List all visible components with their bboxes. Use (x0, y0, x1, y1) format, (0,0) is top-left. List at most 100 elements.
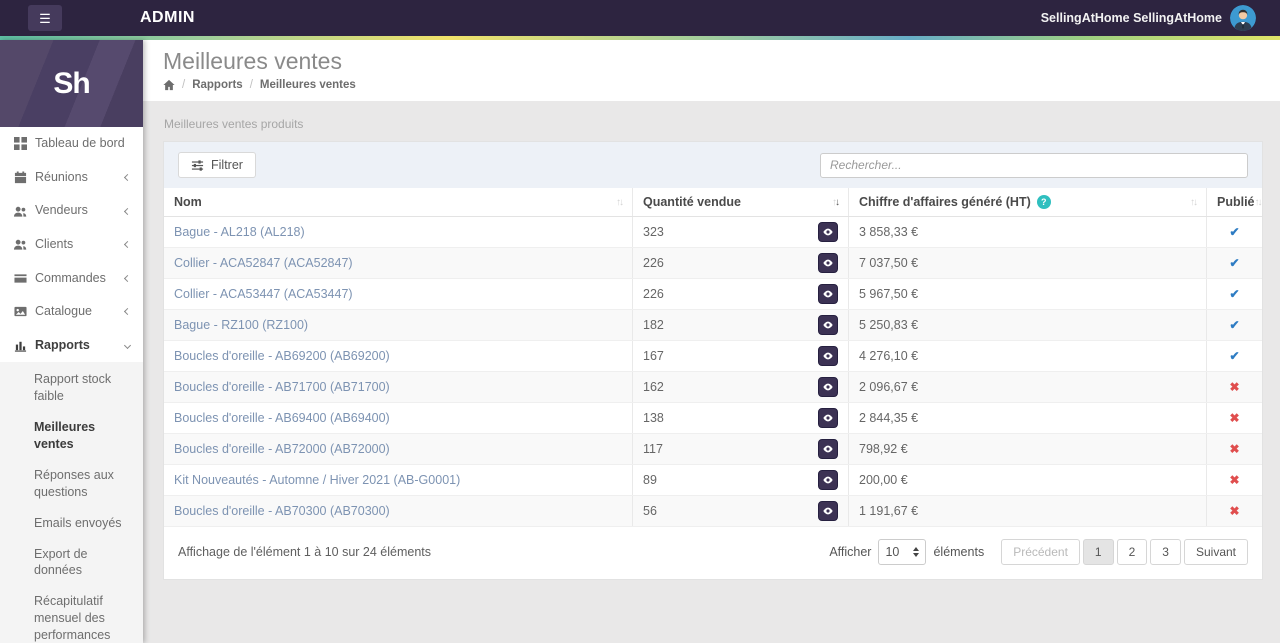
table-footer: Affichage de l'élément 1 à 10 sur 24 élé… (164, 527, 1262, 579)
page-length-value: 10 (885, 545, 900, 559)
home-icon[interactable] (163, 79, 175, 91)
app-logo[interactable]: Sh (0, 40, 143, 127)
product-link[interactable]: Bague - RZ100 (RZ100) (174, 318, 308, 332)
chevron-left-icon (123, 241, 132, 249)
sidebar-subitem-meilleures-ventes[interactable]: Meilleures ventes (0, 412, 143, 460)
user-name[interactable]: SellingAtHome SellingAtHome (1041, 11, 1222, 25)
eye-icon (823, 352, 833, 360)
qty-value: 138 (643, 411, 664, 425)
search-input[interactable] (820, 152, 1248, 178)
length-label-before: Afficher (829, 545, 872, 559)
product-link[interactable]: Boucles d'oreille - AB69200 (AB69200) (174, 349, 390, 363)
table-row: Bague - AL218 (AL218) 323 3 858,33 € ✔ (164, 217, 1262, 248)
qty-value: 226 (643, 287, 664, 301)
revenue-value: 798,92 € (848, 434, 1206, 464)
view-product-button[interactable] (818, 408, 838, 428)
product-link[interactable]: Boucles d'oreille - AB69400 (AB69400) (174, 411, 390, 425)
product-link[interactable]: Collier - ACA52847 (ACA52847) (174, 256, 353, 270)
sidebar-item-clients[interactable]: Clients (0, 228, 143, 262)
chevron-left-icon (123, 308, 132, 316)
sidebar-item-reunions[interactable]: Réunions (0, 161, 143, 195)
sidebar-subitem-export-de-donnees[interactable]: Export de données (0, 539, 143, 587)
qty-value: 89 (643, 473, 657, 487)
qty-value: 167 (643, 349, 664, 363)
dashboard-grid-icon (13, 137, 27, 151)
product-link[interactable]: Boucles d'oreille - AB72000 (AB72000) (174, 442, 390, 456)
view-product-button[interactable] (818, 470, 838, 490)
product-link[interactable]: Collier - ACA53447 (ACA53447) (174, 287, 353, 301)
view-product-button[interactable] (818, 439, 838, 459)
bar-chart-icon (13, 339, 27, 353)
users-icon (13, 204, 27, 218)
pagination-page-1[interactable]: 1 (1082, 539, 1114, 565)
user-avatar[interactable] (1230, 5, 1256, 31)
qty-value: 56 (643, 504, 657, 518)
sort-icon: ↑↓ (1254, 196, 1263, 208)
published-status-icon: ✖ (1229, 380, 1240, 394)
eye-icon (823, 321, 833, 329)
pagination-page-3[interactable]: 3 (1150, 539, 1181, 565)
sidebar-item-commandes[interactable]: Commandes (0, 262, 143, 296)
published-status-icon: ✔ (1229, 349, 1240, 363)
page-length-select[interactable]: 10 (878, 539, 927, 565)
view-product-button[interactable] (818, 284, 838, 304)
published-status-icon: ✔ (1229, 287, 1240, 301)
sidebar-item-catalogue[interactable]: Catalogue (0, 295, 143, 329)
view-product-button[interactable] (818, 222, 838, 242)
view-product-button[interactable] (818, 501, 838, 521)
sidebar-subitem-recapitulatif-mensuel[interactable]: Récapitulatif mensuel des performances (0, 586, 143, 643)
eye-icon (823, 383, 833, 391)
pagination-next[interactable]: Suivant (1183, 539, 1248, 565)
eye-icon (823, 507, 833, 515)
qty-value: 162 (643, 380, 664, 394)
select-arrows-icon (913, 547, 920, 557)
view-product-button[interactable] (818, 253, 838, 273)
pagination-page-2[interactable]: 2 (1116, 539, 1148, 565)
sidebar-item-rapports[interactable]: Rapports (0, 329, 143, 363)
breadcrumb-rapports[interactable]: Rapports (192, 79, 242, 91)
sort-icon: ↑↓ (1190, 196, 1198, 208)
eye-icon (823, 414, 833, 422)
help-icon[interactable]: ? (1036, 195, 1051, 209)
panel-title: Meilleures ventes produits (164, 117, 304, 131)
column-header-quantite[interactable]: Quantité vendue ↑↓ (632, 188, 848, 216)
published-status-icon: ✔ (1229, 225, 1240, 239)
sort-desc-icon: ↑↓ (832, 196, 840, 208)
table-row: Boucles d'oreille - AB69400 (AB69400) 13… (164, 403, 1262, 434)
person-avatar-icon (1230, 5, 1256, 31)
column-header-nom[interactable]: Nom ↑↓ (164, 188, 632, 216)
table-row: Boucles d'oreille - AB72000 (AB72000) 11… (164, 434, 1262, 465)
topbar: ☰ ADMIN SellingAtHome SellingAtHome (0, 0, 1280, 36)
filter-button-label: Filtrer (211, 158, 243, 172)
sidebar-subitem-rapport-stock-faible[interactable]: Rapport stock faible (0, 364, 143, 412)
filter-button[interactable]: Filtrer (178, 152, 256, 178)
view-product-button[interactable] (818, 377, 838, 397)
table-row: Bague - RZ100 (RZ100) 182 5 250,83 € ✔ (164, 310, 1262, 341)
brand-title: ADMIN (140, 9, 195, 26)
view-product-button[interactable] (818, 346, 838, 366)
logo-text: Sh (53, 66, 90, 100)
product-link[interactable]: Boucles d'oreille - AB71700 (AB71700) (174, 380, 390, 394)
pagination-previous[interactable]: Précédent (1001, 539, 1080, 565)
main-area: Meilleures ventes / Rapports / Meilleure… (143, 40, 1280, 643)
sidebar-item-tableau-de-bord[interactable]: Tableau de bord (0, 127, 143, 161)
column-header-publie[interactable]: Publié ↑↓ (1206, 188, 1271, 216)
sidebar-item-vendeurs[interactable]: Vendeurs (0, 194, 143, 228)
product-link[interactable]: Bague - AL218 (AL218) (174, 225, 305, 239)
sidebar: Sh Tableau de bord Réunions Vendeurs Cli… (0, 40, 143, 643)
column-header-chiffre-affaires[interactable]: Chiffre d'affaires généré (HT) ? ↑↓ (848, 188, 1206, 216)
sidebar-subitem-reponses-aux-questions[interactable]: Réponses aux questions (0, 460, 143, 508)
view-product-button[interactable] (818, 315, 838, 335)
revenue-value: 3 858,33 € (848, 217, 1206, 247)
revenue-value: 1 191,67 € (848, 496, 1206, 526)
best-sales-table: Nom ↑↓ Quantité vendue ↑↓ Chiffre d'affa… (164, 188, 1263, 527)
sort-icon: ↑↓ (616, 196, 624, 208)
sidebar-subitem-emails-envoyes[interactable]: Emails envoyés (0, 508, 143, 539)
chevron-down-icon (123, 342, 132, 350)
product-link[interactable]: Kit Nouveautés - Automne / Hiver 2021 (A… (174, 473, 460, 487)
breadcrumb-current[interactable]: Meilleures ventes (260, 79, 356, 91)
content-area: Meilleures ventes produits Filtrer Nom (143, 101, 1280, 643)
sidebar-nav: Tableau de bord Réunions Vendeurs Client… (0, 127, 143, 643)
menu-toggle-button[interactable]: ☰ (28, 5, 62, 31)
product-link[interactable]: Boucles d'oreille - AB70300 (AB70300) (174, 504, 390, 518)
